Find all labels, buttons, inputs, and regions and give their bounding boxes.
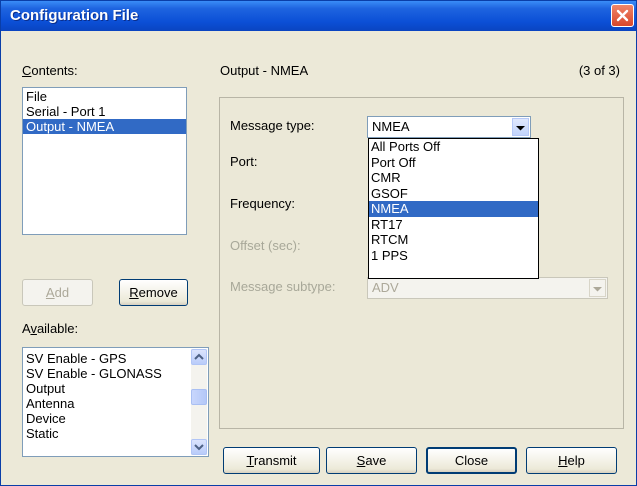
- contents-item-serial-port-1[interactable]: Serial - Port 1: [23, 104, 186, 119]
- title-bar[interactable]: Configuration File: [1, 1, 636, 31]
- contents-label-accelerator: C: [22, 63, 32, 78]
- close-button[interactable]: Close: [426, 447, 517, 474]
- port-label: Port:: [230, 154, 258, 169]
- remove-button-label: emove: [138, 285, 178, 300]
- option-cmr[interactable]: CMR: [369, 170, 538, 186]
- message-subtype-value: ADV: [372, 280, 399, 295]
- available-label-text: ailable:: [36, 321, 79, 336]
- available-label: Available:: [22, 321, 78, 336]
- page-indicator: (3 of 3): [578, 63, 620, 78]
- help-button[interactable]: Help: [526, 447, 617, 474]
- transmit-button-label: ransmit: [253, 453, 297, 468]
- option-nmea[interactable]: NMEA: [369, 201, 538, 217]
- message-type-label: Message type:: [230, 118, 315, 133]
- help-button-accelerator: H: [558, 453, 568, 468]
- available-item-output[interactable]: Output: [23, 381, 208, 396]
- contents-listbox[interactable]: File Serial - Port 1 Output - NMEA: [22, 87, 187, 235]
- option-rtcm[interactable]: RTCM: [369, 232, 538, 248]
- add-button[interactable]: Add: [22, 279, 93, 306]
- section-title: Output - NMEA: [220, 63, 309, 78]
- available-item-static[interactable]: Static: [23, 426, 208, 441]
- message-type-select[interactable]: NMEA: [367, 116, 531, 138]
- remove-button[interactable]: Remove: [119, 279, 188, 306]
- option-rt17[interactable]: RT17: [369, 217, 538, 233]
- scroll-down-icon[interactable]: [191, 439, 207, 455]
- scroll-thumb[interactable]: [191, 389, 207, 405]
- transmit-button-accelerator: T: [246, 453, 254, 468]
- available-scrollbar[interactable]: [191, 349, 207, 455]
- option-port-off[interactable]: Port Off: [369, 155, 538, 171]
- contents-label-text: ontents:: [31, 63, 78, 78]
- frequency-label: Frequency:: [230, 196, 296, 211]
- contents-label: Contents:: [22, 63, 78, 78]
- message-subtype-select[interactable]: ADV: [367, 277, 608, 299]
- message-type-dropdown-list[interactable]: All Ports Off Port Off CMR GSOF NMEA RT1…: [368, 138, 539, 279]
- configuration-file-dialog: Configuration File Contents: File Serial…: [0, 0, 637, 486]
- chevron-down-icon[interactable]: [512, 118, 529, 136]
- scroll-up-icon[interactable]: [191, 349, 207, 365]
- save-button-label: ave: [365, 453, 387, 468]
- contents-item-file[interactable]: File: [23, 89, 186, 104]
- save-button[interactable]: Save: [326, 447, 417, 474]
- message-subtype-label: Message subtype:: [230, 279, 336, 294]
- offset-label: Offset (sec):: [230, 238, 301, 253]
- contents-item-output-nmea[interactable]: Output - NMEA: [23, 119, 186, 134]
- help-button-label: elp: [567, 453, 585, 468]
- chevron-down-icon[interactable]: [589, 279, 606, 297]
- window-title: Configuration File: [10, 7, 139, 24]
- add-button-label: dd: [54, 285, 70, 300]
- available-item-antenna[interactable]: Antenna: [23, 396, 208, 411]
- option-1-pps[interactable]: 1 PPS: [369, 248, 538, 264]
- available-item-sv-enable-gps[interactable]: SV Enable - GPS: [23, 351, 208, 366]
- available-item-sv-enable-glonass[interactable]: SV Enable - GLONASS: [23, 366, 208, 381]
- message-type-value: NMEA: [372, 119, 410, 134]
- option-gsof[interactable]: GSOF: [369, 186, 538, 202]
- available-listbox[interactable]: SV Enable - GPS SV Enable - GLONASS Outp…: [22, 347, 209, 457]
- transmit-button[interactable]: Transmit: [223, 447, 320, 474]
- close-icon[interactable]: [611, 4, 634, 27]
- available-item-device[interactable]: Device: [23, 411, 208, 426]
- option-all-ports-off[interactable]: All Ports Off: [369, 139, 538, 155]
- remove-button-accelerator: R: [129, 285, 139, 300]
- add-button-accelerator: A: [45, 285, 55, 300]
